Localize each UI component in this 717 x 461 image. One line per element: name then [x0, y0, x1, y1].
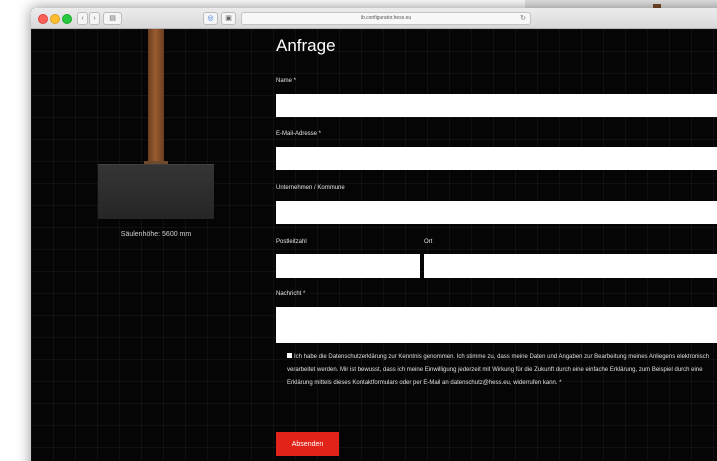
- email-input[interactable]: [276, 147, 717, 170]
- company-input[interactable]: [276, 201, 717, 224]
- zip-label: Postleitzahl: [276, 239, 307, 245]
- address-bar[interactable]: ib.configurator.hess.eu ↻: [241, 12, 531, 25]
- back-button[interactable]: ‹: [77, 12, 88, 25]
- privacy-shield-button[interactable]: ◎: [203, 12, 218, 25]
- reader-icon: ▣: [225, 15, 232, 22]
- shield-icon: ◎: [207, 15, 214, 22]
- configurator-page: Säulenhöhe: 5600 mm Anfrage Name * E-Mai…: [31, 29, 717, 461]
- message-label: Nachricht *: [276, 291, 306, 297]
- name-input[interactable]: [276, 94, 717, 117]
- forward-button[interactable]: ›: [89, 12, 100, 25]
- submit-button[interactable]: Absenden: [276, 432, 339, 456]
- sidebar-toggle-button[interactable]: ▤: [103, 12, 122, 25]
- column-base-illustration: [98, 164, 214, 219]
- reader-view-button[interactable]: ▣: [221, 12, 236, 25]
- name-label: Name *: [276, 78, 297, 84]
- minimize-window-button[interactable]: [50, 14, 60, 24]
- column-pole-illustration: [148, 29, 164, 163]
- privacy-consent-text: Ich habe die Datenschutzerklärung zur Ke…: [287, 354, 709, 386]
- screenshot-stage: ‹ › ▤ ◎ ▣ ib.configurator.hess.eu ↻ Säul…: [0, 0, 717, 461]
- address-bar-url: ib.configurator.hess.eu: [360, 15, 412, 21]
- forward-icon: ›: [93, 15, 96, 22]
- zoom-window-button[interactable]: [62, 14, 72, 24]
- form-title: Anfrage: [276, 36, 336, 55]
- column-height-label: Säulenhöhe: 5600 mm: [120, 231, 192, 238]
- email-label: E-Mail-Adresse *: [276, 131, 322, 137]
- close-window-button[interactable]: [38, 14, 48, 24]
- message-textarea[interactable]: [276, 307, 717, 343]
- company-label: Unternehmen / Kommune: [276, 185, 345, 191]
- reload-icon[interactable]: ↻: [520, 13, 526, 24]
- browser-window: ‹ › ▤ ◎ ▣ ib.configurator.hess.eu ↻ Säul…: [31, 8, 717, 461]
- privacy-consent-checkbox[interactable]: [287, 353, 292, 358]
- city-input[interactable]: [424, 254, 717, 278]
- browser-toolbar: ‹ › ▤ ◎ ▣ ib.configurator.hess.eu ↻: [31, 8, 717, 29]
- zip-input[interactable]: [276, 254, 420, 278]
- city-label: Ort: [424, 239, 433, 245]
- sidebar-icon: ▤: [109, 15, 116, 22]
- back-icon: ‹: [81, 15, 84, 22]
